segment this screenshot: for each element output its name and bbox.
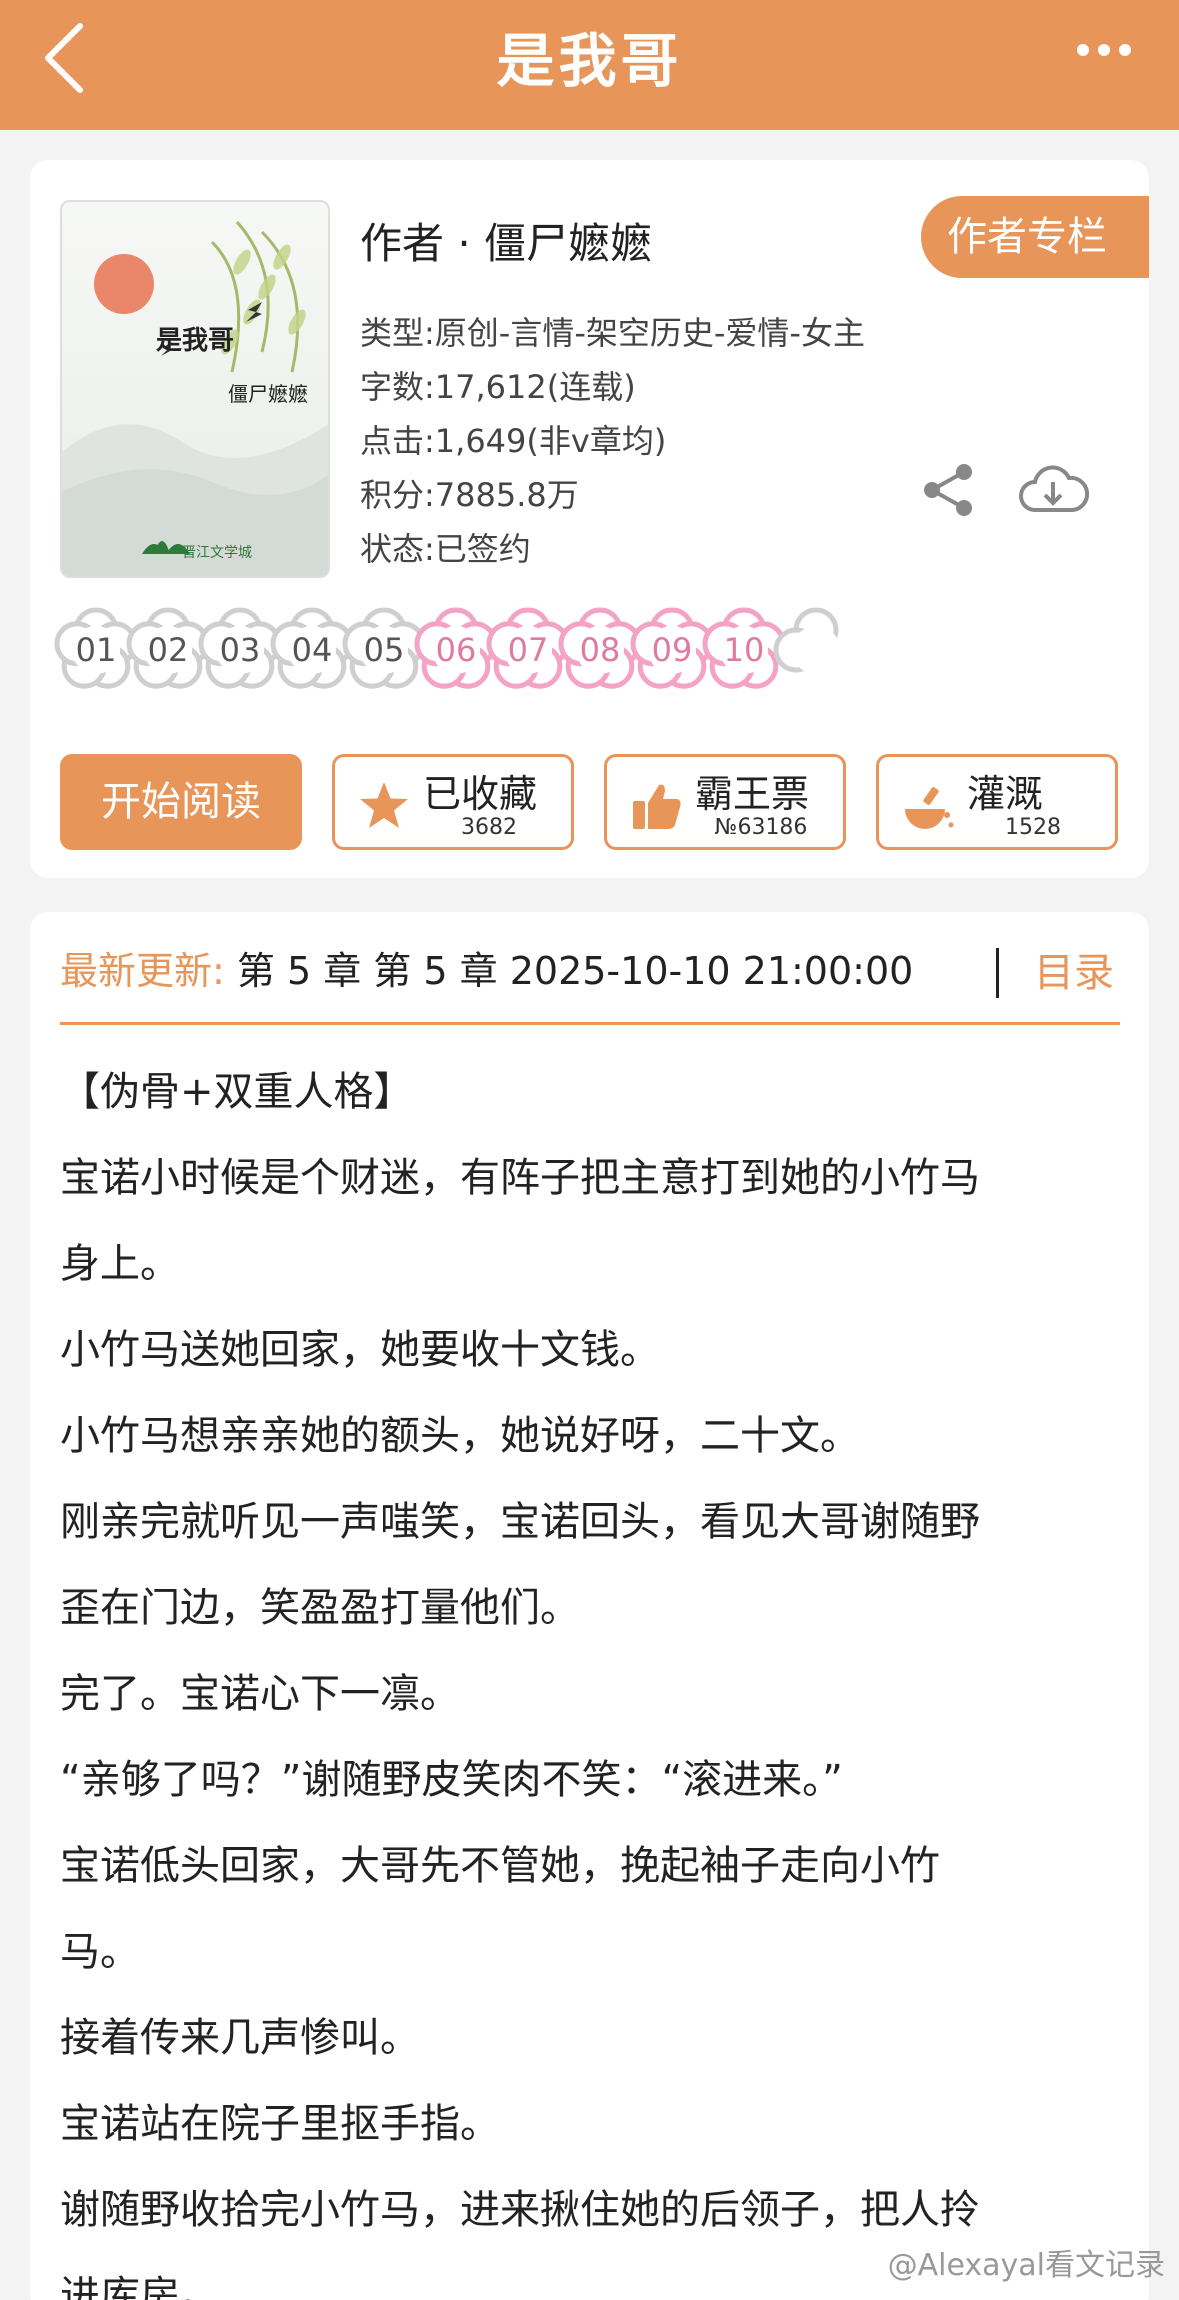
summary-line: 完了。宝诺心下一凛。 [60, 1671, 460, 1717]
ticket-button[interactable]: 霸王票 №63186 [604, 754, 846, 850]
divider-line [60, 1022, 1120, 1025]
book-word-count: 字数:17,612(连载) [360, 368, 636, 406]
star-icon [357, 779, 411, 833]
cover-title: 是我哥 [156, 326, 235, 356]
book-type: 类型:原创-言情-架空历史-爱情-女主 [360, 314, 865, 352]
latest-update-label: 最新更新: [60, 949, 225, 993]
summary-line: 宝诺小时候是个财迷，有阵子把主意打到她的小竹马 [60, 1155, 980, 1201]
author-column-button[interactable]: 作者专栏 [921, 196, 1149, 278]
latest-update-value: 第 5 章 第 5 章 2025-10-10 21:00:00 [224, 949, 914, 993]
book-info-card: 是我哥 僵尸嬷嬷 晋江文学城 作者 · 僵尸嬷嬷 作者专栏 类型:原创-言情-架… [30, 160, 1149, 878]
page-title: 是我哥 [496, 27, 683, 95]
summary-line: 小竹马送她回家，她要收十文钱。 [60, 1327, 660, 1373]
summary-line: 【伪骨+双重人格】 [60, 1069, 414, 1115]
author-line[interactable]: 作者 · 僵尸嬷嬷 [360, 210, 652, 271]
toc-link[interactable]: 目录 [1034, 940, 1114, 998]
ticket-count: №63186 [714, 815, 808, 840]
water-count: 1528 [1005, 815, 1061, 840]
share-icon[interactable] [918, 460, 978, 520]
summary-card: 最新更新: 第 5 章 第 5 章 2025-10-10 21:00:00 目录… [30, 912, 1149, 2300]
book-cover[interactable]: 是我哥 僵尸嬷嬷 晋江文学城 [60, 200, 330, 578]
latest-update[interactable]: 最新更新: 第 5 章 第 5 章 2025-10-10 21:00:00 [60, 940, 913, 995]
chapter-flower-partial [770, 604, 862, 696]
cover-author: 僵尸嬷嬷 [228, 382, 308, 406]
summary-line: 刚亲完就听见一声嗤笑，宝诺回头，看见大哥谢随野 [60, 1499, 980, 1545]
collect-count: 3682 [461, 815, 517, 840]
summary-line: 宝诺低头回家，大哥先不管她，挽起袖子走向小竹 [60, 1843, 940, 1889]
more-icon[interactable] [1069, 28, 1139, 72]
watering-bottle-icon [901, 779, 955, 833]
ticket-label: 霸王票 [695, 772, 810, 816]
book-score: 积分:7885.8万 [360, 476, 579, 514]
collect-label: 已收藏 [423, 772, 538, 816]
summary-line: 身上。 [60, 1241, 180, 1287]
cover-logo-text: 晋江文学城 [182, 545, 252, 561]
book-clicks: 点击:1,649(非v章均) [360, 422, 667, 460]
watermark: @Alexayal看文记录 [887, 2248, 1165, 2283]
summary-line: 小竹马想亲亲她的额头，她说好呀，二十文。 [60, 1413, 860, 1459]
water-label: 灌溉 [967, 772, 1044, 816]
cloud-download-icon[interactable] [1015, 460, 1091, 520]
summary-line: 歪在门边，笑盈盈打量他们。 [60, 1585, 580, 1631]
summary-line: “亲够了吗？”谢随野皮笑肉不笑：“滚进来。” [60, 1757, 843, 1803]
divider [996, 948, 999, 998]
summary-line: 宝诺站在院子里抠手指。 [60, 2101, 500, 2147]
book-status: 状态:已签约 [360, 530, 531, 568]
chapter-flower-row: 01 02 03 04 05 06 07 08 09 10 [50, 604, 1140, 704]
top-bar: 是我哥 [0, 0, 1179, 130]
start-reading-button[interactable]: 开始阅读 [60, 754, 302, 850]
thumbs-up-icon [629, 779, 683, 833]
water-button[interactable]: 灌溉 1528 [876, 754, 1118, 850]
summary-line: 马。 [60, 1929, 140, 1975]
collect-button[interactable]: 已收藏 3682 [332, 754, 574, 850]
summary-line: 接着传来几声惨叫。 [60, 2015, 420, 2061]
